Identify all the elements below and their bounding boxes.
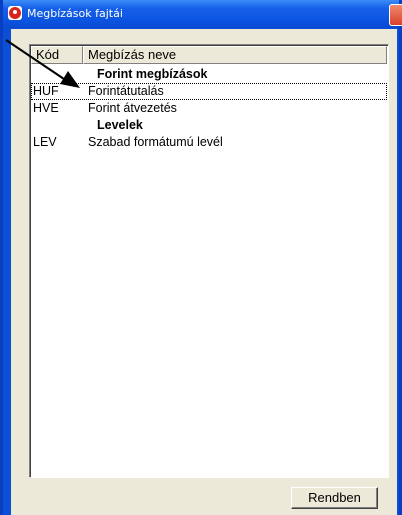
- arrow-pointer-icon: [5, 39, 80, 88]
